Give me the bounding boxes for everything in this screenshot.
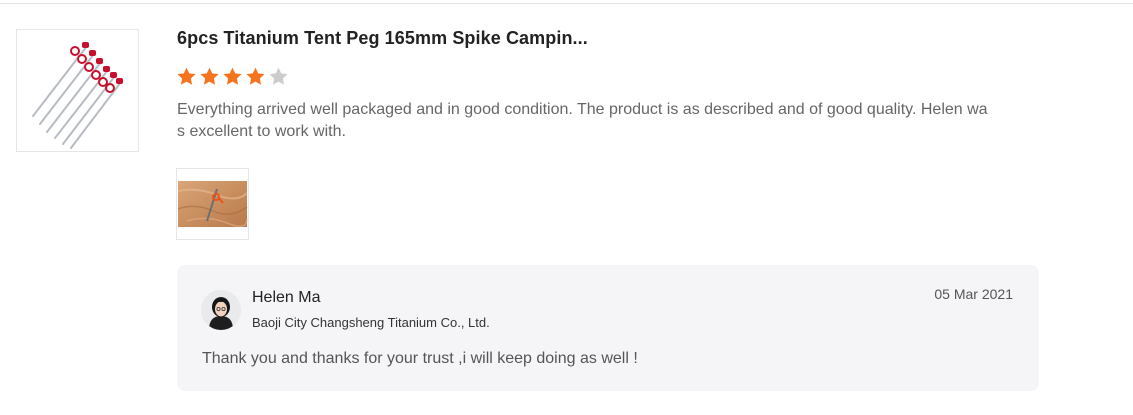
rating-stars [176,66,289,88]
reply-text: Thank you and thanks for your trust ,i w… [202,350,638,367]
seller-avatar-image [201,290,241,330]
star-filled-icon [177,67,196,85]
review-photo[interactable] [176,168,249,240]
star-filled-icon [246,67,265,85]
product-thumbnail[interactable] [16,29,139,152]
seller-reply: Helen Ma Baoji City Changsheng Titanium … [177,265,1039,391]
top-divider [0,3,1133,4]
tent-peg-on-wood-photo [177,181,248,227]
star-empty-icon [269,67,288,85]
reply-date: 05 Mar 2021 [934,286,1013,302]
tent-pegs-image [32,42,123,149]
avatar [201,290,241,330]
seller-name: Helen Ma [252,289,321,306]
product-title[interactable]: 6pcs Titanium Tent Peg 165mm Spike Campi… [177,28,588,49]
seller-company[interactable]: Baoji City Changsheng Titanium Co., Ltd. [252,315,490,330]
review-text: Everything arrived well packaged and in … [177,101,988,140]
star-filled-icon [200,67,219,85]
star-filled-icon [223,67,242,85]
